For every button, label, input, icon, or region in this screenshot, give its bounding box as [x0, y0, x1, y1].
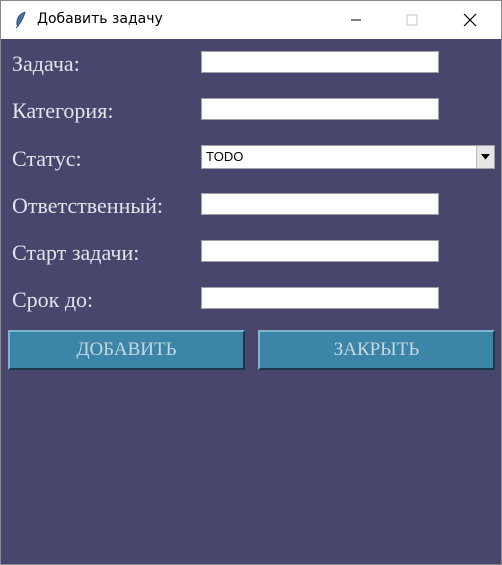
form-area: Задача: Категория: Статус: TODO Ответств… [1, 39, 501, 564]
minimize-button[interactable] [333, 1, 379, 39]
due-date-label: Срок до: [12, 287, 94, 312]
task-input[interactable] [201, 51, 439, 73]
category-label: Категория: [12, 98, 114, 123]
maximize-icon [406, 14, 418, 26]
maximize-button[interactable] [389, 1, 435, 39]
status-label: Статус: [12, 146, 82, 171]
close-icon [463, 13, 477, 27]
due-date-input[interactable] [201, 287, 439, 309]
feather-icon [15, 11, 26, 29]
start-date-label: Старт задачи: [12, 240, 140, 265]
assignee-input[interactable] [201, 193, 439, 215]
assignee-label: Ответственный: [12, 193, 164, 218]
add-task-window: Добавить задачу Задача: Категория: Стату… [0, 0, 502, 565]
status-value: TODO [206, 149, 244, 164]
window-title: Добавить задачу [37, 11, 163, 27]
status-dropdown-button[interactable] [476, 146, 494, 168]
task-label: Задача: [12, 51, 80, 76]
close-button[interactable]: ЗАКРЫТЬ [258, 330, 495, 370]
minimize-icon [351, 19, 361, 21]
add-button[interactable]: ДОБАВИТЬ [8, 330, 245, 370]
title-bar[interactable]: Добавить задачу [1, 1, 501, 39]
chevron-down-icon [481, 154, 490, 160]
status-combobox[interactable]: TODO [201, 145, 495, 169]
close-window-button[interactable] [447, 1, 493, 39]
category-input[interactable] [201, 98, 439, 120]
start-date-input[interactable] [201, 240, 439, 262]
